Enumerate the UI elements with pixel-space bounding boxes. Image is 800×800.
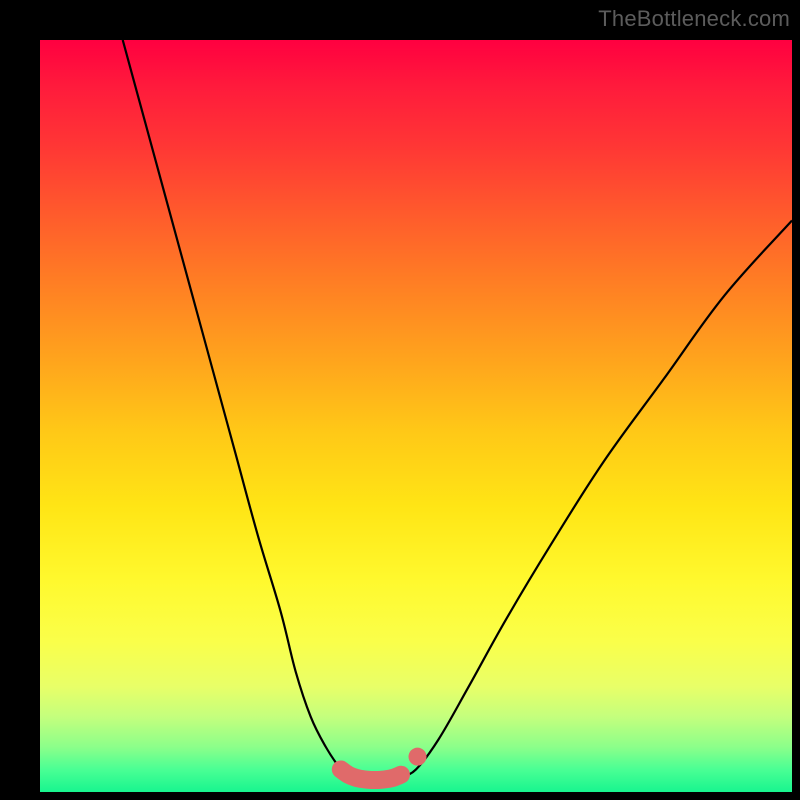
watermark-text: TheBottleneck.com xyxy=(598,6,790,32)
right-branch-curve xyxy=(401,220,792,776)
highlighted-outlier-dot xyxy=(409,748,427,766)
highlighted-bottom-region xyxy=(341,769,401,780)
curve-overlay xyxy=(40,40,792,792)
plot-area xyxy=(40,40,792,792)
chart-frame: TheBottleneck.com xyxy=(0,0,800,800)
left-branch-curve xyxy=(123,40,349,777)
